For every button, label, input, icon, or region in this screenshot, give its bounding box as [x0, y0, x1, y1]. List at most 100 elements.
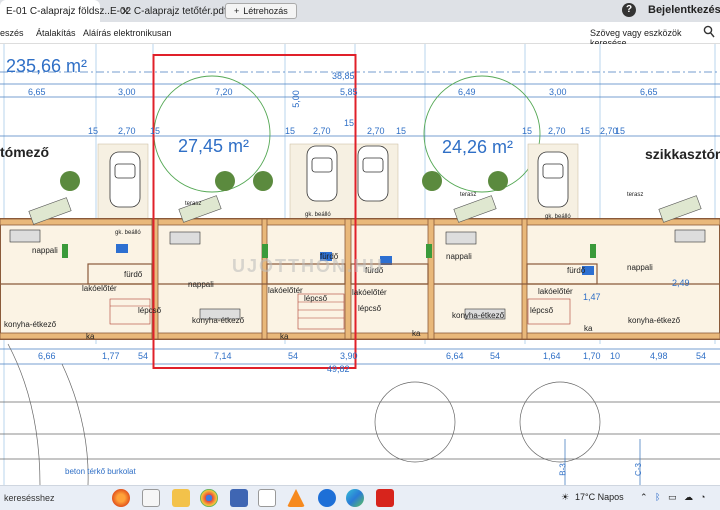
- room-label: konyha-étkező: [452, 311, 505, 320]
- room-label: lépcső: [530, 306, 554, 315]
- dim-bottom-5: 54: [288, 351, 299, 361]
- dim-top-4: 5,00: [290, 90, 301, 108]
- room-label: ka: [412, 329, 421, 338]
- room-label: ka: [584, 324, 593, 333]
- dim-small-11: 15: [580, 126, 591, 136]
- room-label: lépcső: [358, 304, 382, 313]
- dim-bottom-13: 54: [696, 351, 707, 361]
- chrome-icon[interactable]: [200, 489, 218, 507]
- room-label: terasz: [185, 201, 202, 207]
- dim-bottom-8: 54: [490, 351, 501, 361]
- room-area-left: 27,45 m²: [178, 136, 250, 156]
- room-label: lépcső: [138, 306, 162, 315]
- plus-icon: +: [234, 6, 240, 16]
- menu-edit[interactable]: eszés: [0, 28, 24, 38]
- dim-bottom-9: 1,64: [543, 351, 561, 361]
- room-label: nappali: [627, 263, 653, 272]
- search-icon[interactable]: [703, 25, 715, 41]
- label-left-edge: tómező: [0, 144, 49, 160]
- room-label: terasz: [627, 192, 644, 198]
- room-label: gk. beálló: [545, 214, 571, 220]
- dim-small-9: 15: [522, 126, 533, 136]
- dim-small-6: 15: [344, 118, 355, 128]
- help-icon[interactable]: ?: [622, 3, 636, 17]
- dim-top-1: 6,65: [28, 87, 46, 97]
- dim-total-bottom: 49,82: [327, 364, 350, 374]
- login-button[interactable]: Bejelentkezés: [648, 4, 720, 16]
- dim-small-10: 2,70: [548, 126, 566, 136]
- label-right-edge: szikkasztóm: [645, 146, 720, 162]
- room-label: ka: [280, 332, 289, 341]
- room-label: ka: [86, 332, 95, 341]
- document-icon[interactable]: [258, 489, 276, 507]
- dim-small-4: 15: [285, 126, 296, 136]
- room-label: lakóelőtér: [82, 284, 117, 293]
- tab-e01[interactable]: E-01 C-alaprajz földsz... ✕: [0, 0, 130, 22]
- dim-top-7: 3,00: [549, 87, 567, 97]
- save-icon[interactable]: [230, 489, 248, 507]
- room-label: fürdő: [124, 270, 143, 279]
- dim-top-3: 7,20: [215, 87, 233, 97]
- dim-small-3: 15: [150, 126, 161, 136]
- weather-label[interactable]: 17°C Napos: [575, 492, 624, 502]
- room-label: fürdő: [567, 266, 586, 275]
- menu-convert[interactable]: Átalakítás: [36, 28, 76, 38]
- weather-icon[interactable]: ☀: [561, 492, 569, 503]
- dim-bottom-12: 4,98: [650, 351, 668, 361]
- network-icon[interactable]: ▭: [668, 492, 677, 503]
- watermark: UJOTTHON.HU: [232, 256, 384, 276]
- floor-plan-document[interactable]: 235,66 m² 27,45 m² 24,26 m² tómező szikk…: [0, 44, 720, 485]
- dim-small-2: 2,70: [118, 126, 136, 136]
- dim-small-8: 15: [396, 126, 407, 136]
- app-toolbar: eszés Átalakítás Aláírás elektronikusan …: [0, 22, 720, 48]
- room-label: konyha-étkező: [192, 316, 245, 325]
- paving-label: beton térkő burkolat: [65, 467, 136, 476]
- room-label: konyha-étkező: [4, 320, 57, 329]
- tab-e02[interactable]: E-02 C-alaprajz tetőtér.pdf: [104, 0, 227, 22]
- wifi-icon[interactable]: ◔: [700, 492, 705, 502]
- new-tab-label: Létrehozás: [243, 6, 288, 16]
- bluetooth-icon[interactable]: ᛒ: [655, 492, 660, 502]
- dim-small-1: 15: [88, 126, 99, 136]
- dim-bottom-7: 6,64: [446, 351, 464, 361]
- teamviewer-icon[interactable]: [318, 489, 336, 507]
- vlc-icon[interactable]: [287, 489, 305, 507]
- dim-bottom-11: 10: [610, 351, 621, 361]
- folder-icon[interactable]: [172, 489, 190, 507]
- room-label: lakóelőtér: [538, 287, 573, 296]
- dim-top-8: 6,65: [640, 87, 658, 97]
- room-label: gk. beálló: [115, 230, 141, 236]
- dim-extra-1: 1,47: [583, 292, 601, 302]
- room-area-right: 24,26 m²: [442, 137, 514, 157]
- room-label: nappali: [32, 246, 58, 255]
- total-area-label: 235,66 m²: [6, 56, 88, 76]
- dim-total-top: 38,85: [332, 71, 355, 81]
- dim-bottom-4: 7,14: [214, 351, 232, 361]
- windows-taskbar: keresésshez ☀ 17°C Napos ⌃ ᛒ ▭ ☁ ◔: [0, 485, 720, 510]
- tools-icon[interactable]: [142, 489, 160, 507]
- grid-label-b3: B-3: [558, 463, 568, 476]
- room-label: terasz: [460, 192, 477, 198]
- room-label: lakóelőtér: [352, 288, 387, 297]
- dim-small-13: 15: [615, 126, 626, 136]
- cloud-icon[interactable]: ☁: [684, 492, 693, 503]
- room-label: lakóelőtér: [268, 286, 303, 295]
- room-label: lépcső: [304, 294, 328, 303]
- room-label: nappali: [446, 252, 472, 261]
- grid-label-c3: C-3: [633, 463, 643, 476]
- firefox-icon[interactable]: [112, 489, 130, 507]
- dim-bottom-10: 1,70: [583, 351, 601, 361]
- new-tab-button[interactable]: + Létrehozás: [225, 3, 297, 19]
- edge-icon[interactable]: [346, 489, 364, 507]
- room-label: konyha-étkező: [628, 316, 681, 325]
- room-label: nappali: [188, 280, 214, 289]
- dim-extra-2: 2,49: [672, 278, 690, 288]
- room-label: gk. beálló: [305, 212, 331, 218]
- chevron-up-icon[interactable]: ⌃: [640, 492, 648, 503]
- taskbar-search[interactable]: keresésshez: [0, 490, 100, 507]
- dim-small-5: 2,70: [313, 126, 331, 136]
- menu-sign[interactable]: Aláírás elektronikusan: [83, 28, 172, 38]
- dim-small-7: 2,70: [367, 126, 385, 136]
- pdf-reader-icon[interactable]: [376, 489, 394, 507]
- dim-bottom-1: 6,66: [38, 351, 56, 361]
